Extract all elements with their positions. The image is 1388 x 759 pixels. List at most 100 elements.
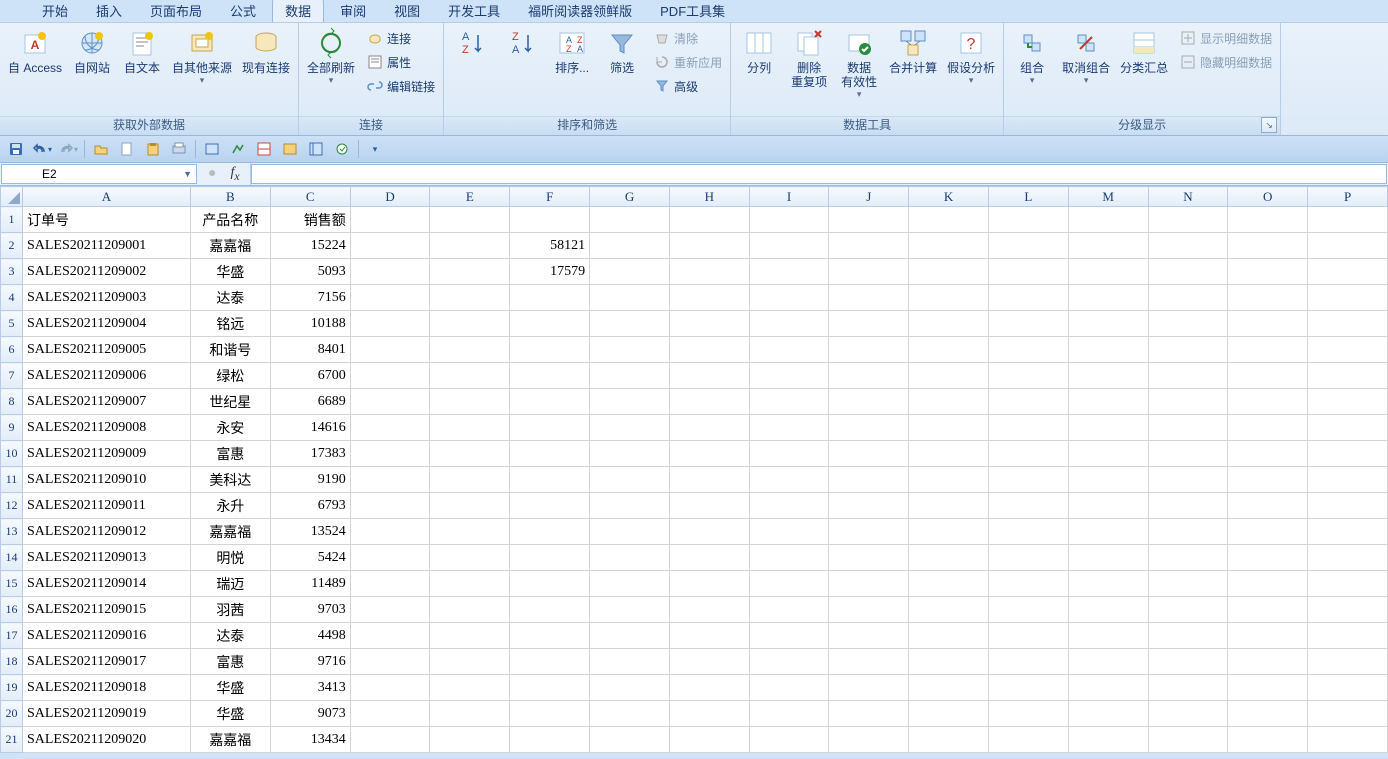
cell-E12[interactable] [430,493,510,519]
cell-P8[interactable] [1308,389,1388,415]
cell-K15[interactable] [909,571,989,597]
cell-O21[interactable] [1228,727,1308,753]
qat-extra-2-icon[interactable] [228,139,248,159]
cell-N14[interactable] [1148,545,1228,571]
cell-I6[interactable] [749,337,829,363]
row-header-3[interactable]: 3 [1,259,23,285]
row-header-4[interactable]: 4 [1,285,23,311]
cell-P2[interactable] [1308,233,1388,259]
cell-O13[interactable] [1228,519,1308,545]
print-preview-icon[interactable] [169,139,189,159]
cell-J5[interactable] [829,311,909,337]
cell-K1[interactable] [909,207,989,233]
cell-L4[interactable] [989,285,1069,311]
cell-D1[interactable] [350,207,430,233]
cell-O18[interactable] [1228,649,1308,675]
cell-I1[interactable] [749,207,829,233]
cell-C20[interactable]: 9073 [270,701,350,727]
cell-I14[interactable] [749,545,829,571]
cell-M7[interactable] [1068,363,1148,389]
cell-L10[interactable] [989,441,1069,467]
row-header-6[interactable]: 6 [1,337,23,363]
cell-N16[interactable] [1148,597,1228,623]
cell-C9[interactable]: 14616 [270,415,350,441]
cell-O20[interactable] [1228,701,1308,727]
cell-E18[interactable] [430,649,510,675]
cell-A11[interactable]: SALES20211209010 [22,467,190,493]
cell-J19[interactable] [829,675,909,701]
formula-input[interactable] [251,164,1387,184]
cell-K19[interactable] [909,675,989,701]
cell-N11[interactable] [1148,467,1228,493]
cell-G4[interactable] [590,285,670,311]
cell-M10[interactable] [1068,441,1148,467]
cell-A1[interactable]: 订单号 [22,207,190,233]
cell-C16[interactable]: 9703 [270,597,350,623]
tab-3[interactable]: 公式 [218,0,268,22]
cell-A20[interactable]: SALES20211209019 [22,701,190,727]
cell-N19[interactable] [1148,675,1228,701]
cell-A19[interactable]: SALES20211209018 [22,675,190,701]
filter-button[interactable]: 筛选 [598,25,646,77]
cell-B15[interactable]: 瑞迈 [190,571,270,597]
cell-P3[interactable] [1308,259,1388,285]
cell-L17[interactable] [989,623,1069,649]
cell-L11[interactable] [989,467,1069,493]
cell-O2[interactable] [1228,233,1308,259]
cell-H18[interactable] [669,649,749,675]
tab-6[interactable]: 视图 [382,0,432,22]
cell-B14[interactable]: 明悦 [190,545,270,571]
cell-K14[interactable] [909,545,989,571]
cell-O6[interactable] [1228,337,1308,363]
cell-D20[interactable] [350,701,430,727]
cell-P17[interactable] [1308,623,1388,649]
cell-F6[interactable] [510,337,590,363]
remove-dup-button[interactable]: 删除重复项 [785,25,833,101]
cell-P9[interactable] [1308,415,1388,441]
row-header-2[interactable]: 2 [1,233,23,259]
cell-E17[interactable] [430,623,510,649]
cell-K7[interactable] [909,363,989,389]
tab-2[interactable]: 页面布局 [138,0,214,22]
cell-B19[interactable]: 华盛 [190,675,270,701]
sort-button[interactable]: AZZA排序... [548,25,596,77]
cell-B3[interactable]: 华盛 [190,259,270,285]
cell-E9[interactable] [430,415,510,441]
cell-I10[interactable] [749,441,829,467]
cell-F17[interactable] [510,623,590,649]
row-header-20[interactable]: 20 [1,701,23,727]
cell-E10[interactable] [430,441,510,467]
cell-C11[interactable]: 9190 [270,467,350,493]
cell-M14[interactable] [1068,545,1148,571]
cell-F21[interactable] [510,727,590,753]
tab-1[interactable]: 插入 [84,0,134,22]
cell-I8[interactable] [749,389,829,415]
cell-N6[interactable] [1148,337,1228,363]
cell-B4[interactable]: 达泰 [190,285,270,311]
cell-O5[interactable] [1228,311,1308,337]
row-header-14[interactable]: 14 [1,545,23,571]
cell-O4[interactable] [1228,285,1308,311]
qat-extra-6-icon[interactable] [332,139,352,159]
cell-J8[interactable] [829,389,909,415]
cell-O12[interactable] [1228,493,1308,519]
cell-A17[interactable]: SALES20211209016 [22,623,190,649]
cell-H15[interactable] [669,571,749,597]
qat-extra-1-icon[interactable] [202,139,222,159]
cell-B20[interactable]: 华盛 [190,701,270,727]
existing-conn-button[interactable]: 现有连接 [238,25,294,87]
tab-8[interactable]: 福昕阅读器领鲜版 [516,0,644,22]
cell-N15[interactable] [1148,571,1228,597]
row-header-18[interactable]: 18 [1,649,23,675]
cell-C21[interactable]: 13434 [270,727,350,753]
col-header-C[interactable]: C [270,187,350,207]
row-header-9[interactable]: 9 [1,415,23,441]
cell-C12[interactable]: 6793 [270,493,350,519]
cell-K2[interactable] [909,233,989,259]
cell-A12[interactable]: SALES20211209011 [22,493,190,519]
cell-M15[interactable] [1068,571,1148,597]
cell-K10[interactable] [909,441,989,467]
cell-E13[interactable] [430,519,510,545]
cell-P20[interactable] [1308,701,1388,727]
cell-J14[interactable] [829,545,909,571]
